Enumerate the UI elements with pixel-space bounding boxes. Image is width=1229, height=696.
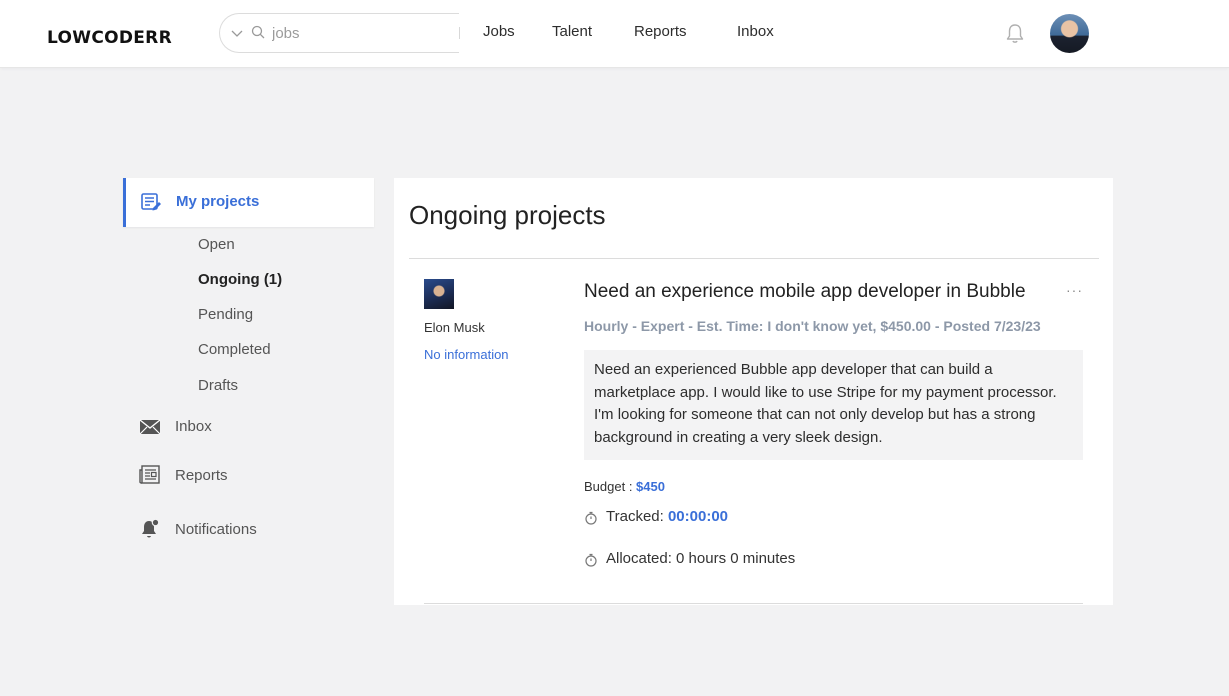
stopwatch-icon	[584, 511, 598, 529]
sidebar-item-label: Inbox	[175, 418, 212, 435]
sidebar-subitem-drafts[interactable]: Drafts	[198, 377, 238, 394]
newspaper-icon	[139, 465, 161, 490]
envelope-icon	[139, 419, 161, 440]
job-description: Need an experienced Bubble app developer…	[584, 350, 1083, 460]
chevron-down-icon[interactable]	[231, 26, 243, 44]
divider	[409, 258, 1099, 259]
budget-row: Budget : $450	[584, 479, 665, 494]
user-avatar[interactable]	[1050, 14, 1089, 53]
ongoing-projects-panel: Ongoing projects Elon Musk No informatio…	[394, 178, 1113, 605]
client-avatar[interactable]	[424, 279, 454, 309]
projects-icon	[140, 192, 162, 217]
budget-value: $450	[636, 479, 665, 494]
nav-inbox[interactable]: Inbox	[737, 23, 774, 40]
bell-alert-icon	[139, 518, 161, 545]
client-info-link[interactable]: No information	[424, 347, 509, 362]
nav-talent[interactable]: Talent	[552, 23, 592, 40]
stopwatch-icon	[584, 553, 598, 571]
search-icon	[251, 25, 265, 44]
sidebar-subitem-pending[interactable]: Pending	[198, 306, 253, 323]
page-title: Ongoing projects	[409, 200, 606, 230]
search-input[interactable]	[272, 22, 452, 44]
nav-reports[interactable]: Reports	[634, 23, 687, 40]
search-divider	[459, 27, 460, 39]
client-name[interactable]: Elon Musk	[424, 320, 485, 335]
budget-label: Budget :	[584, 479, 637, 494]
top-navigation-bar: LOWCODERR Jobs Talent Reports Inbox	[0, 0, 1229, 68]
sidebar-item-my-projects[interactable]: My projects	[123, 178, 374, 227]
sidebar-subitem-completed[interactable]: Completed	[198, 341, 271, 358]
divider	[424, 603, 1083, 604]
bell-icon[interactable]	[1005, 23, 1025, 50]
tracked-time: 00:00:00	[667, 508, 729, 525]
sidebar-subitem-ongoing[interactable]: Ongoing (1)	[198, 271, 282, 288]
sidebar-item-label: Reports	[175, 467, 228, 484]
nav-jobs[interactable]: Jobs	[483, 23, 515, 40]
sidebar-subitem-open[interactable]: Open	[198, 236, 235, 253]
allocated-text: Allocated: 0 hours 0 minutes	[606, 550, 796, 567]
app-logo[interactable]: LOWCODERR	[47, 28, 172, 48]
sidebar-item-label: Notifications	[175, 521, 257, 538]
sidebar-item-label: My projects	[176, 193, 260, 210]
job-title[interactable]: Need an experience mobile app developer …	[584, 281, 1026, 303]
job-meta: Hourly - Expert - Est. Time: I don't kno…	[584, 318, 1041, 334]
tracked-label: Tracked:	[606, 508, 668, 525]
more-options-icon[interactable]: ···	[1066, 282, 1083, 298]
search-bar[interactable]	[219, 13, 459, 53]
